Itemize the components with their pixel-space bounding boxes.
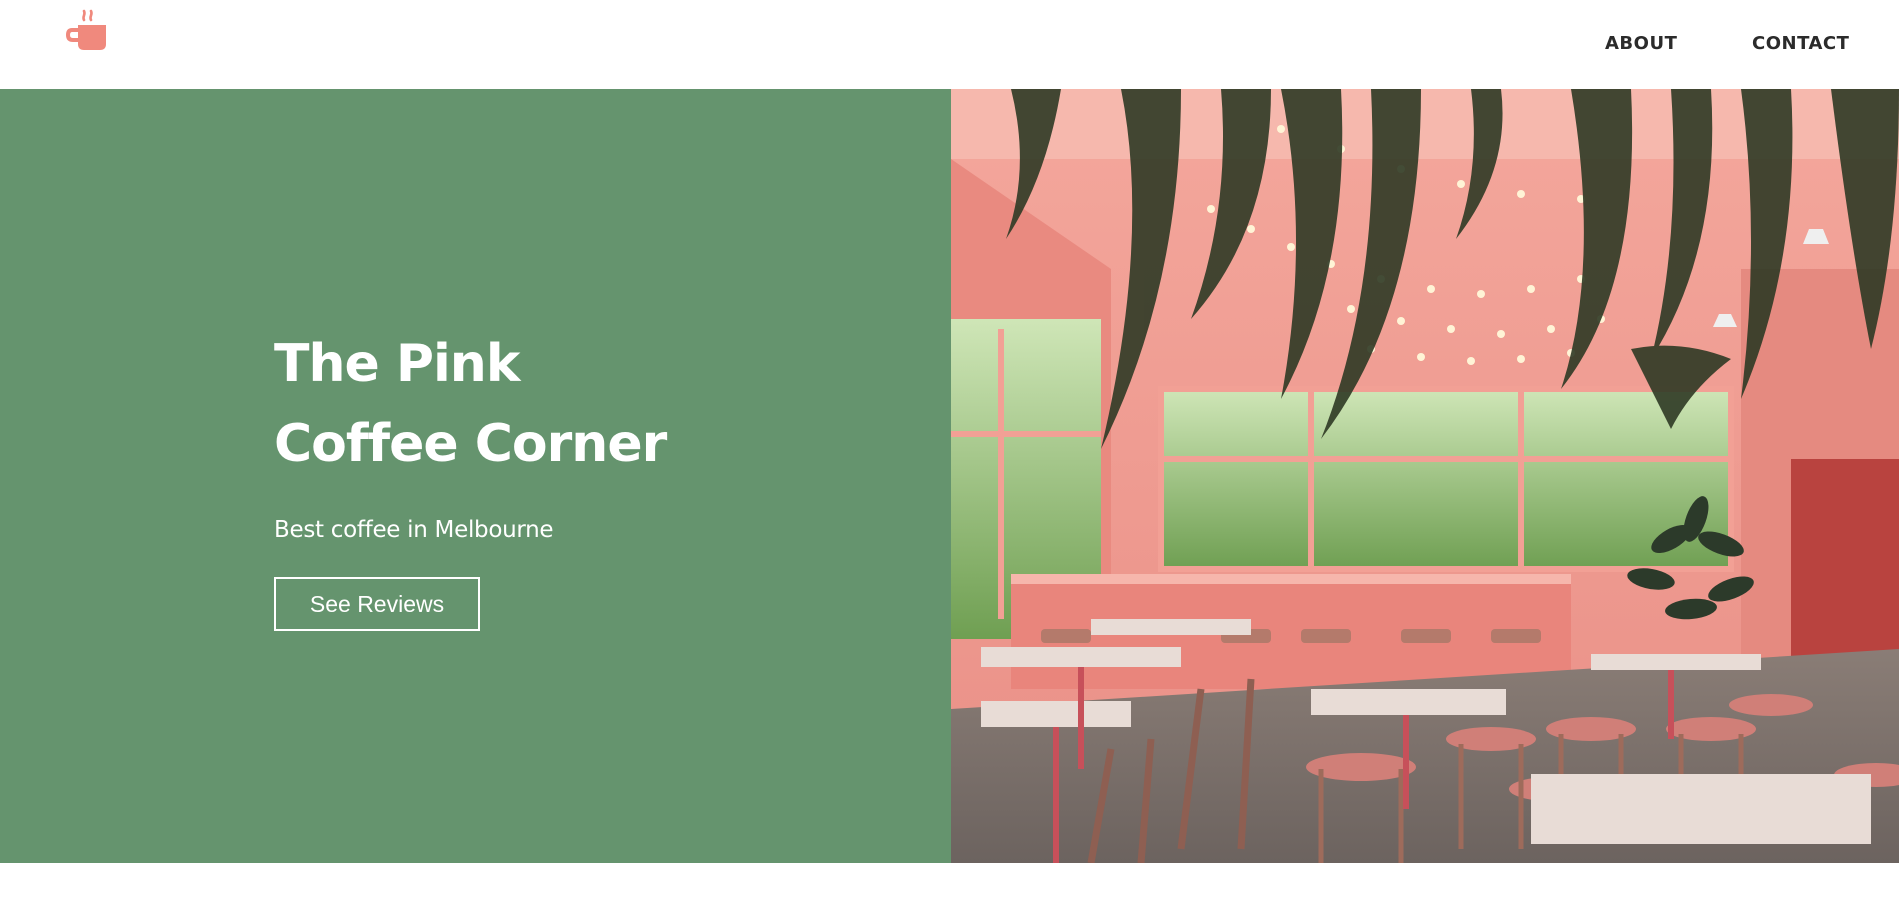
hero-title-line1: The Pink xyxy=(274,334,520,394)
see-reviews-button[interactable]: See Reviews xyxy=(274,577,480,631)
hero-subtitle: Best coffee in Melbourne xyxy=(274,517,554,543)
cafe-interior-image xyxy=(951,89,1899,863)
hero-section: The Pink Coffee Corner Best coffee in Me… xyxy=(0,89,1899,863)
coffee-cup-icon[interactable] xyxy=(66,8,112,54)
nav-contact-link[interactable]: CONTACT xyxy=(1752,33,1849,54)
hero-title: The Pink Coffee Corner xyxy=(274,324,874,484)
nav-about-link[interactable]: ABOUT xyxy=(1605,33,1677,54)
hero-title-line2: Coffee Corner xyxy=(274,414,667,474)
navbar: ABOUT CONTACT xyxy=(0,0,1899,89)
cafe-interior-photo xyxy=(951,89,1899,863)
hero-text-panel: The Pink Coffee Corner Best coffee in Me… xyxy=(0,89,951,863)
